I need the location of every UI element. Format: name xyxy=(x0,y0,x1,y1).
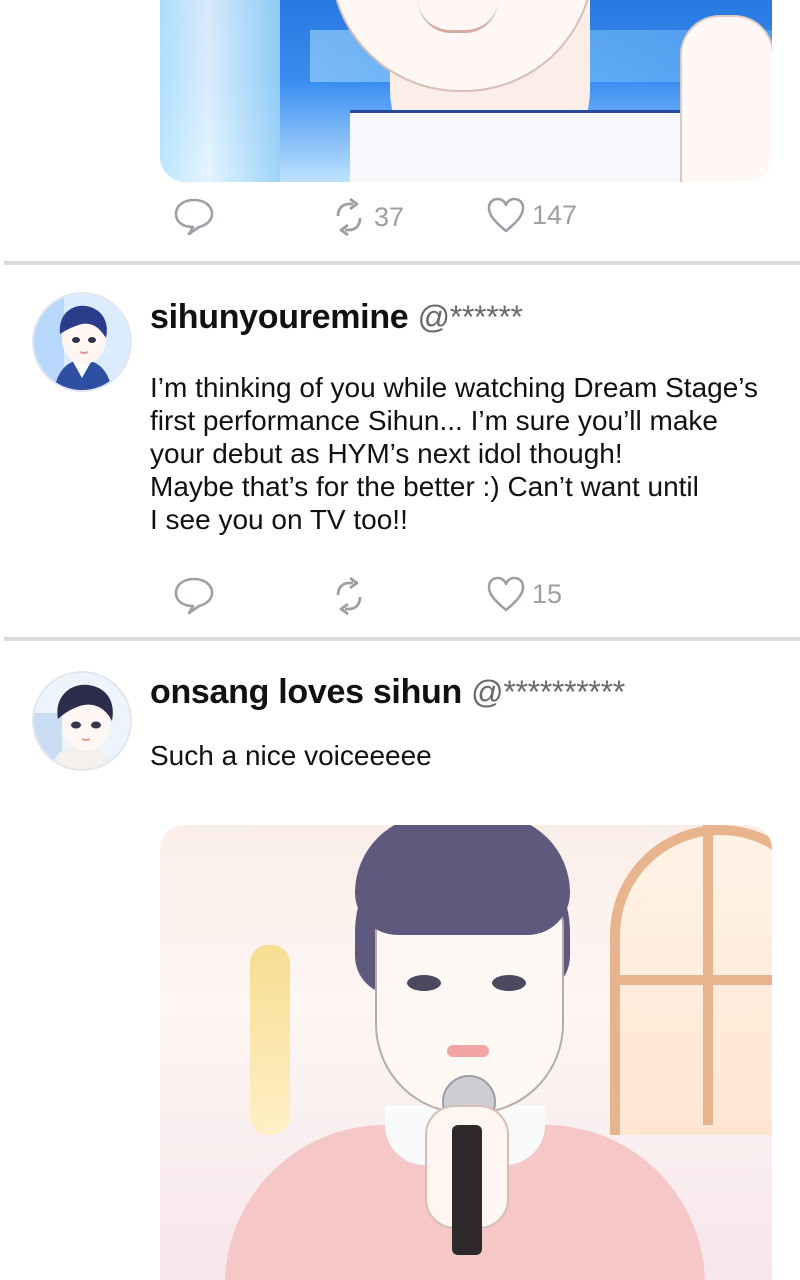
post-text: Such a nice voiceeeee xyxy=(150,740,432,771)
like-count: 147 xyxy=(532,199,578,230)
post-actions-top: 37 147 xyxy=(0,196,800,238)
avatar-illustration xyxy=(34,673,130,769)
like-icon xyxy=(487,197,525,233)
like-icon xyxy=(487,576,525,612)
post-text: I’m thinking of you while watching Dream… xyxy=(150,372,759,535)
divider xyxy=(4,261,800,265)
post-image-top[interactable] xyxy=(160,0,772,182)
user-handle: @****** xyxy=(417,299,523,335)
user-handle: @********** xyxy=(471,674,625,710)
post-author[interactable]: onsang loves sihun @********** xyxy=(150,673,625,712)
avatar[interactable] xyxy=(32,292,132,392)
divider xyxy=(4,637,800,641)
username[interactable]: sihunyouremine xyxy=(150,298,409,336)
like-button[interactable]: 147 xyxy=(486,196,577,234)
repost-icon xyxy=(336,197,362,237)
repost-button[interactable] xyxy=(330,575,368,617)
post-actions: 15 xyxy=(0,575,800,617)
repost-icon xyxy=(336,576,362,616)
reply-button[interactable] xyxy=(173,575,215,615)
username[interactable]: onsang loves sihun xyxy=(150,673,462,711)
avatar-illustration xyxy=(34,294,130,390)
reply-button[interactable] xyxy=(173,196,215,236)
like-count: 15 xyxy=(532,578,563,609)
reply-icon xyxy=(174,577,214,615)
repost-count: 37 xyxy=(374,201,405,232)
repost-button[interactable]: 37 xyxy=(330,196,404,238)
like-button[interactable]: 15 xyxy=(486,575,562,613)
post-author[interactable]: sihunyouremine @****** xyxy=(150,298,523,337)
reply-icon xyxy=(174,198,214,236)
post-image[interactable] xyxy=(160,825,772,1280)
avatar[interactable] xyxy=(32,671,132,771)
